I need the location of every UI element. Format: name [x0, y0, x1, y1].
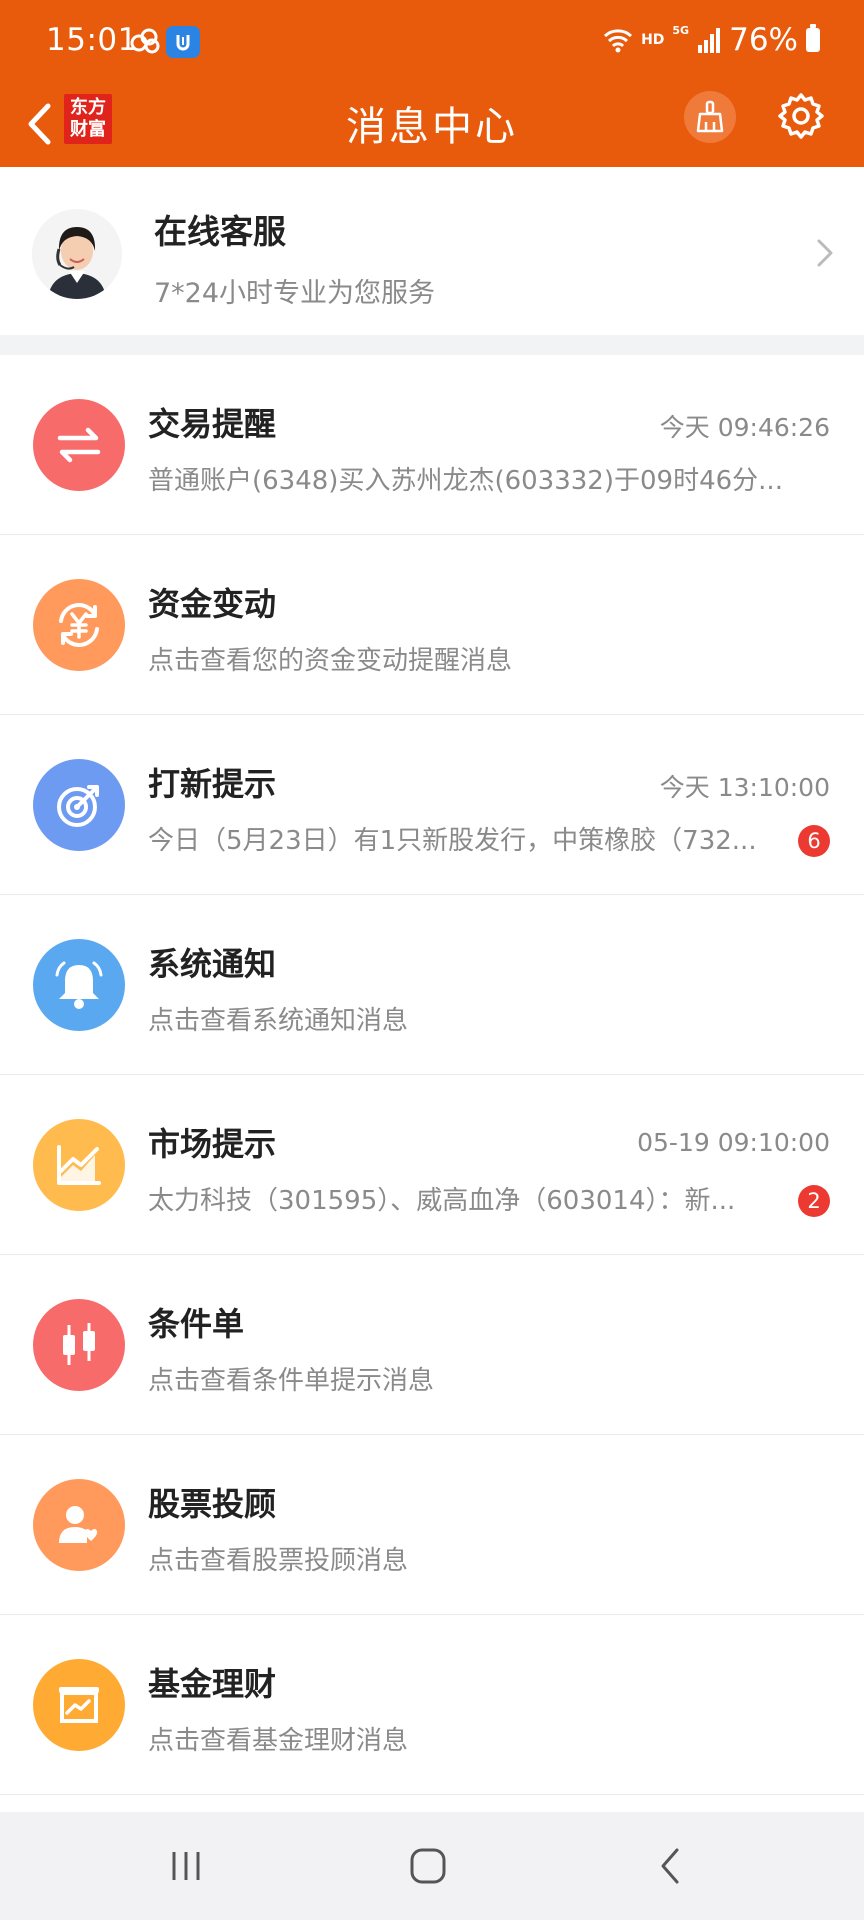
- candlestick-icon: [33, 1299, 125, 1391]
- message-list: 交易提醒 今天 09:46:26 普通账户(6348)买入苏州龙杰(603332…: [0, 355, 864, 1795]
- shield-app-icon: [166, 26, 200, 58]
- service-subtitle: 7*24小时专业为您服务: [154, 278, 436, 309]
- advisor-icon: [33, 1479, 125, 1571]
- message-preview: 点击查看条件单提示消息: [148, 1366, 435, 1396]
- battery-percent: 76%: [729, 22, 798, 58]
- gear-icon: [778, 93, 824, 139]
- message-preview: 今日（5月23日）有1只新股发行，中策橡胶（732...: [148, 826, 757, 856]
- message-title: 市场提示: [148, 1125, 277, 1163]
- recent-apps-button[interactable]: [156, 1838, 216, 1894]
- hd-indicator: HD: [641, 32, 665, 48]
- back-arrow-icon: [661, 1848, 679, 1884]
- header-area: 15:01 HD 5G 76% 东方 财富 消息中心: [0, 0, 864, 167]
- app-screen: 15:01 HD 5G 76% 东方 财富 消息中心 在线客服 7*24小时专业…: [0, 0, 864, 1920]
- wifi-icon: [604, 29, 633, 53]
- message-title: 资金变动: [148, 585, 277, 623]
- system-back-button[interactable]: [640, 1838, 700, 1894]
- bell-icon: [33, 939, 125, 1031]
- message-item-advisor[interactable]: 股票投顾 点击查看股票投顾消息: [0, 1435, 864, 1615]
- message-item-trade[interactable]: 交易提醒 今天 09:46:26 普通账户(6348)买入苏州龙杰(603332…: [0, 355, 864, 535]
- status-time: 15:01: [46, 22, 138, 58]
- message-preview: 点击查看您的资金变动提醒消息: [148, 646, 513, 676]
- unread-badge: 6: [798, 825, 830, 857]
- message-title: 股票投顾: [148, 1485, 277, 1523]
- message-preview: 普通账户(6348)买入苏州龙杰(603332)于09时46分...: [148, 466, 783, 496]
- home-button[interactable]: [398, 1838, 458, 1894]
- exchange-icon: [33, 399, 125, 491]
- message-preview: 点击查看股票投顾消息: [148, 1546, 409, 1576]
- status-right: HD 5G 76%: [603, 22, 820, 58]
- message-preview: 点击查看基金理财消息: [148, 1726, 409, 1756]
- trend-chart-icon: [33, 1119, 125, 1211]
- yuan-cycle-icon: [33, 579, 125, 671]
- system-nav-bar: [0, 1812, 864, 1920]
- message-time: 今天 09:46:26: [659, 413, 830, 442]
- clear-messages-button[interactable]: [684, 91, 736, 143]
- broom-icon: [696, 100, 724, 133]
- message-preview: 太力科技（301595）、威高血净（603014）：新...: [148, 1186, 736, 1216]
- message-preview: 点击查看系统通知消息: [148, 1006, 409, 1036]
- recent-apps-icon: [172, 1852, 200, 1880]
- message-time: 今天 13:10:00: [659, 773, 830, 802]
- message-item-ipo[interactable]: 打新提示 今天 13:10:00 今日（5月23日）有1只新股发行，中策橡胶（7…: [0, 715, 864, 895]
- unread-badge: 2: [798, 1185, 830, 1217]
- message-item-fund[interactable]: 基金理财 点击查看基金理财消息: [0, 1615, 864, 1795]
- service-avatar: [32, 209, 122, 299]
- target-icon: [33, 759, 125, 851]
- home-icon: [410, 1848, 446, 1884]
- settings-button[interactable]: [773, 88, 829, 144]
- message-time: 05-19 09:10:00: [637, 1128, 830, 1157]
- message-item-funds[interactable]: 资金变动 点击查看您的资金变动提醒消息: [0, 535, 864, 715]
- message-item-system[interactable]: 系统通知 点击查看系统通知消息: [0, 895, 864, 1075]
- signal-icon: [698, 28, 721, 53]
- 5g-indicator: 5G: [672, 23, 690, 37]
- chevron-right-icon: [817, 239, 833, 267]
- message-title: 打新提示: [148, 765, 277, 803]
- message-item-condition[interactable]: 条件单 点击查看条件单提示消息: [0, 1255, 864, 1435]
- battery-icon: [806, 24, 820, 52]
- section-divider: [0, 335, 864, 355]
- service-title: 在线客服: [154, 212, 286, 251]
- message-title: 基金理财: [148, 1665, 277, 1703]
- message-title: 系统通知: [148, 945, 277, 983]
- cloud-app-icon: [128, 26, 162, 56]
- online-service-entry[interactable]: 在线客服 7*24小时专业为您服务: [0, 167, 864, 335]
- message-item-market[interactable]: 市场提示 05-19 09:10:00 太力科技（301595）、威高血净（60…: [0, 1075, 864, 1255]
- fund-board-icon: [33, 1659, 125, 1751]
- nav-bar: 东方 财富 消息中心: [0, 84, 864, 167]
- message-title: 条件单: [148, 1305, 245, 1343]
- message-title: 交易提醒: [148, 405, 277, 443]
- status-bar: 15:01 HD 5G 76%: [0, 0, 864, 84]
